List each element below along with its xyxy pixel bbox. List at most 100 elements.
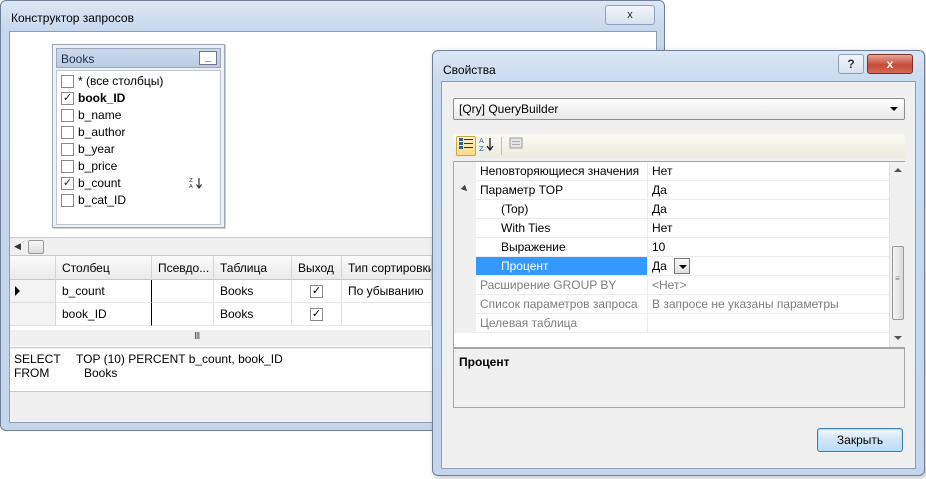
cell-table[interactable]: Books xyxy=(214,303,292,326)
property-value[interactable]: Нет xyxy=(648,219,889,238)
output-checkbox[interactable]: ✓ xyxy=(310,285,323,298)
header-alias[interactable]: Псевдо... xyxy=(152,256,214,280)
property-row[interactable]: Целевая таблица xyxy=(454,314,889,333)
property-name: Параметр TOP xyxy=(476,181,648,200)
properties-client: [Qry] QueryBuilder AZ Неповторяющиеся зн… xyxy=(441,81,916,469)
property-row[interactable]: Неповторяющиеся значения Нет xyxy=(454,162,889,181)
property-row[interactable]: Список параметров запроса В запросе не ук… xyxy=(454,295,889,314)
sql-keyword-select: SELECT xyxy=(14,352,61,366)
scroll-down-icon[interactable] xyxy=(894,336,902,340)
scroll-thumb[interactable] xyxy=(28,240,44,254)
cell-column[interactable]: b_count xyxy=(56,280,152,303)
column-item[interactable]: b_year xyxy=(61,141,211,158)
column-checkbox[interactable]: ✓ xyxy=(61,92,74,105)
property-row[interactable]: With Ties Нет xyxy=(454,219,889,238)
header-table[interactable]: Таблица xyxy=(214,256,292,280)
column-checkbox[interactable] xyxy=(61,194,74,207)
row-header[interactable] xyxy=(10,280,56,303)
property-name: Выражение xyxy=(476,238,648,257)
grid-corner xyxy=(10,256,56,280)
value-dropdown-button[interactable] xyxy=(674,258,690,274)
cell-output[interactable]: ✓ xyxy=(292,303,342,326)
property-name: With Ties xyxy=(476,219,648,238)
property-row[interactable]: (Top) Да xyxy=(454,200,889,219)
column-item[interactable]: ✓ b_count Z A xyxy=(61,175,211,192)
object-selector-dropdown[interactable]: [Qry] QueryBuilder xyxy=(453,98,905,120)
property-gutter[interactable] xyxy=(454,181,476,200)
cell-sort-type[interactable]: По убыванию xyxy=(342,280,432,303)
column-item[interactable]: ✓ book_ID xyxy=(61,90,211,107)
property-value[interactable]: В запросе не указаны параметры xyxy=(648,295,889,314)
property-row[interactable]: Параметр TOP Да xyxy=(454,181,889,200)
property-row[interactable]: Процент Да xyxy=(454,257,889,276)
scroll-up-icon[interactable] xyxy=(894,168,902,172)
column-item[interactable]: b_author xyxy=(61,124,211,141)
property-value[interactable] xyxy=(648,314,889,333)
help-button[interactable]: ? xyxy=(838,54,864,74)
object-selector-value: [Qry] QueryBuilder xyxy=(459,102,559,116)
property-row[interactable]: Расширение GROUP BY <Нет> xyxy=(454,276,889,295)
column-item[interactable]: b_cat_ID xyxy=(61,192,211,209)
property-gutter xyxy=(454,295,476,314)
description-pane: Процент xyxy=(453,348,905,408)
window-title: Свойства xyxy=(443,63,496,77)
property-gutter xyxy=(454,162,476,181)
column-checkbox[interactable] xyxy=(61,109,74,122)
column-checkbox[interactable] xyxy=(61,75,74,88)
close-button[interactable]: Закрыть xyxy=(817,428,903,452)
output-checkbox[interactable]: ✓ xyxy=(310,308,323,321)
header-column[interactable]: Столбец xyxy=(56,256,152,280)
table-header[interactable]: Books _ xyxy=(56,48,221,68)
property-value[interactable]: Да xyxy=(648,200,889,219)
close-window-button[interactable]: x xyxy=(867,54,913,74)
property-gutter xyxy=(454,314,476,333)
sql-from-clause: Books xyxy=(84,366,118,380)
column-checkbox[interactable]: ✓ xyxy=(61,177,74,190)
column-checkbox[interactable] xyxy=(61,160,74,173)
property-gutter xyxy=(454,219,476,238)
cell-table[interactable]: Books xyxy=(214,280,292,303)
categorized-icon[interactable] xyxy=(456,136,476,156)
close-window-button[interactable]: x xyxy=(605,5,655,25)
collapse-icon[interactable] xyxy=(460,184,470,194)
property-value[interactable]: 10 xyxy=(648,238,889,257)
property-value[interactable]: Да xyxy=(648,181,889,200)
toolbar-separator xyxy=(501,137,502,155)
column-item[interactable]: * (все столбцы) xyxy=(61,73,211,90)
sql-select-clause: TOP (10) PERCENT b_count, book_ID xyxy=(76,352,283,366)
grid-horizontal-scrollbar[interactable]: III xyxy=(10,330,430,346)
window-title: Конструктор запросов xyxy=(11,11,134,25)
scroll-thumb[interactable]: ≡ xyxy=(892,246,904,320)
property-value[interactable]: Нет xyxy=(648,162,889,181)
property-value[interactable]: <Нет> xyxy=(648,276,889,295)
property-gutter xyxy=(454,257,476,276)
property-gutter xyxy=(454,200,476,219)
cell-alias[interactable] xyxy=(152,303,214,326)
row-header[interactable] xyxy=(10,303,56,326)
cell-output[interactable]: ✓ xyxy=(292,280,342,303)
sort-descending-icon: ZA xyxy=(189,177,203,191)
column-item[interactable]: b_price xyxy=(61,158,211,175)
column-checkbox[interactable] xyxy=(61,143,74,156)
cell-column[interactable]: book_ID xyxy=(56,303,152,326)
table-box-books[interactable]: Books _ * (все столбцы) ✓ book_ID b_name b_a… xyxy=(52,44,225,228)
cell-alias[interactable] xyxy=(152,280,214,303)
sort-az-icon[interactable]: AZ xyxy=(477,136,497,156)
minimize-icon[interactable]: _ xyxy=(199,51,217,65)
scroll-left-icon[interactable]: ◀ xyxy=(14,241,21,252)
svg-text:Z: Z xyxy=(479,145,484,152)
chevron-down-icon xyxy=(890,107,898,111)
scroll-grip-icon[interactable]: III xyxy=(194,331,200,342)
column-label: * (все столбцы) xyxy=(78,74,164,88)
column-checkbox[interactable] xyxy=(61,126,74,139)
property-grid-scrollbar[interactable]: ≡ xyxy=(889,162,905,347)
table-name: Books xyxy=(61,52,95,66)
column-item[interactable]: b_name xyxy=(61,107,211,124)
property-row[interactable]: Выражение 10 xyxy=(454,238,889,257)
column-label: b_count xyxy=(78,176,121,190)
svg-text:A: A xyxy=(479,137,484,145)
header-output[interactable]: Выход xyxy=(292,256,342,280)
cell-sort-type[interactable] xyxy=(342,303,432,326)
column-label: book_ID xyxy=(78,91,126,105)
header-sort-type[interactable]: Тип сортировки xyxy=(342,256,432,280)
